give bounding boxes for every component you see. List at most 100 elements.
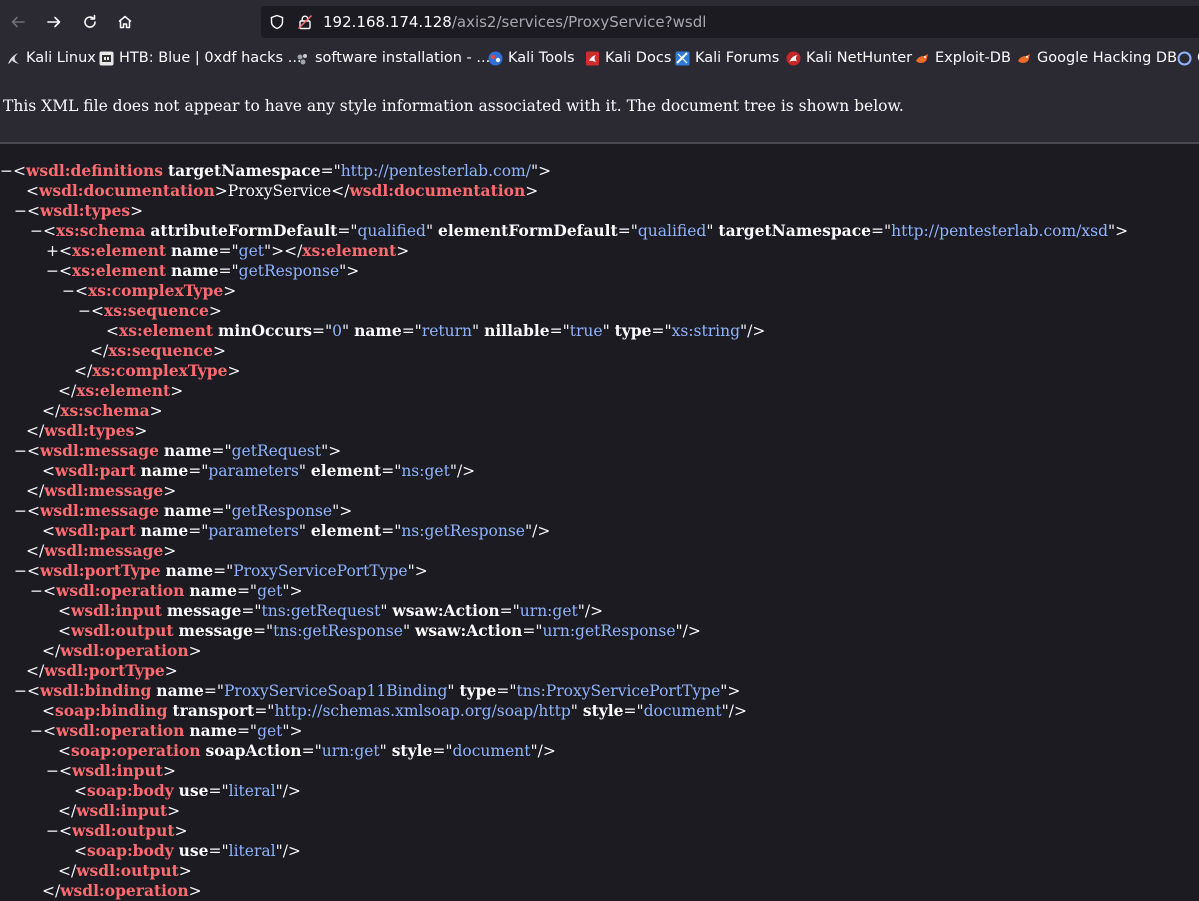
xml-punct: </ <box>331 182 350 200</box>
bookmark-htb-blue[interactable]: HTB: Blue | 0xdf hacks ... <box>99 48 302 68</box>
browser-toolbar: 192.168.174.128/axis2/services/ProxyServ… <box>0 0 1199 44</box>
xml-tag-name: xs:element <box>119 321 213 340</box>
xml-punct: =" <box>617 222 638 240</box>
xml-line: </wsdl:output> <box>0 861 192 881</box>
bookmark-kali-forums[interactable]: Kali Forums <box>675 48 779 68</box>
xml-line: +<xs:element name="get"></xs:element> <box>0 241 409 261</box>
xml-punct: < <box>58 742 71 760</box>
collapse-toggle[interactable]: − <box>30 582 43 600</box>
xml-line: <soap:binding transport="http://schemas.… <box>0 701 747 721</box>
xml-attr-name: soapAction <box>205 741 302 760</box>
xml-tag-name: wsdl:operation <box>56 721 185 740</box>
xml-punct: < <box>59 822 72 840</box>
xml-punct: </ <box>42 642 61 660</box>
xml-attr-name: minOccurs <box>217 321 313 340</box>
bookmark-software-installation[interactable]: software installation - ... <box>295 48 490 68</box>
xml-punct: =" <box>301 742 322 760</box>
xml-info-banner: This XML file does not appear to have an… <box>0 72 1199 144</box>
xml-attr-value: urn:get <box>321 742 380 760</box>
xml-tag-name: wsdl:output <box>76 861 179 880</box>
xml-line: </wsdl:message> <box>0 481 176 501</box>
collapse-toggle[interactable]: − <box>30 722 43 740</box>
xml-punct: =" <box>432 742 453 760</box>
xml-line: −<xs:complexType> <box>0 281 236 301</box>
xml-tag-name: wsdl:documentation <box>349 181 526 200</box>
xml-tag-name: wsdl:input <box>71 601 162 620</box>
collapse-toggle[interactable]: − <box>46 822 59 840</box>
collapse-toggle[interactable]: − <box>30 222 43 240</box>
xml-punct: =" <box>320 162 341 180</box>
collapse-toggle[interactable]: − <box>14 682 27 700</box>
xml-punct: =" <box>381 462 402 480</box>
xml-punct: </ <box>26 542 45 560</box>
xml-punct: < <box>59 762 72 780</box>
insecure-lock-icon[interactable] <box>297 14 313 30</box>
shield-icon[interactable] <box>269 14 285 30</box>
xml-punct: " <box>379 742 392 760</box>
bookmark-kali-tools[interactable]: Kali Tools <box>488 48 575 68</box>
xml-attr-value: tns:getRequest <box>261 602 381 620</box>
xml-attr-name: wsaw:Action <box>392 601 500 620</box>
xml-punct: > <box>174 822 188 840</box>
kali-docs-icon <box>585 51 600 66</box>
xml-punct: "></ <box>263 242 303 260</box>
url-bar[interactable]: 192.168.174.128/axis2/services/ProxyServ… <box>261 6 1199 38</box>
xml-punct: < <box>42 462 55 480</box>
xml-line: <soap:body use="literal"/> <box>0 781 301 801</box>
reload-button[interactable] <box>76 8 104 36</box>
xml-punct: =" <box>623 702 644 720</box>
xml-punct: > <box>164 662 178 680</box>
xml-tag-name: xs:complexType <box>92 361 228 380</box>
xml-line: −<wsdl:portType name="ProxyServicePortTy… <box>0 561 428 581</box>
bookmark-label: Google Hacking DB <box>1037 50 1178 66</box>
forward-button[interactable] <box>40 8 68 36</box>
xml-attr-name: message <box>178 621 253 640</box>
xml-punct: "/> <box>721 702 747 720</box>
collapse-toggle[interactable]: − <box>46 762 59 780</box>
collapse-toggle[interactable]: − <box>14 202 27 220</box>
xml-attr-value: tns:ProxyServicePortType <box>516 682 721 700</box>
bookmark-label: Exploit-DB <box>935 50 1011 66</box>
xml-punct: > <box>163 482 177 500</box>
xml-punct: " <box>298 522 311 540</box>
collapse-toggle[interactable]: − <box>78 302 91 320</box>
bookmark-kali-docs[interactable]: Kali Docs <box>585 48 671 68</box>
collapse-toggle[interactable]: − <box>0 162 13 180</box>
xml-punct: "/> <box>530 742 556 760</box>
collapse-toggle[interactable]: − <box>14 562 27 580</box>
xml-punct: =" <box>252 622 274 640</box>
xml-punct: < <box>91 302 104 320</box>
xml-punct: "/> <box>524 522 551 540</box>
bookmark-exploit-db[interactable]: Exploit-DB <box>915 48 1011 68</box>
xml-punct: </ <box>26 422 45 440</box>
xml-line: <wsdl:part name="parameters" element="ns… <box>0 461 475 481</box>
0xdf-icon <box>99 51 114 66</box>
xml-tag-name: soap:body <box>87 841 174 860</box>
url-text[interactable]: 192.168.174.128/axis2/services/ProxyServ… <box>323 12 706 32</box>
xml-punct: " <box>570 702 583 720</box>
xml-attr-value: qualified <box>637 222 707 240</box>
back-button[interactable] <box>4 8 32 36</box>
collapse-toggle[interactable]: − <box>62 282 75 300</box>
xml-punct: < <box>42 702 55 720</box>
bookmark-kali-linux[interactable]: Kali Linux <box>6 48 96 68</box>
xml-attr-name: element <box>310 461 382 480</box>
xml-tag-name: soap:binding <box>55 701 168 720</box>
xml-attr-value: getRequest <box>231 442 322 460</box>
xml-tag-name: xs:element <box>76 381 171 400</box>
collapse-toggle[interactable]: − <box>14 442 27 460</box>
xml-line: −<wsdl:binding name="ProxyServiceSoap11B… <box>0 681 740 701</box>
home-button[interactable] <box>111 8 139 36</box>
xml-attr-value: document <box>643 702 722 720</box>
xml-attr-value: get <box>238 242 264 260</box>
expand-toggle[interactable]: + <box>46 242 59 260</box>
bookmark-offsec[interactable]: O <box>1177 48 1199 68</box>
xml-attr-name: use <box>178 841 209 860</box>
bookmark-google-hacking-db[interactable]: Google Hacking DB <box>1017 48 1177 68</box>
xml-attr-value: get <box>257 722 283 740</box>
collapse-toggle[interactable]: − <box>14 502 27 520</box>
bookmark-kali-nethunter[interactable]: Kali NetHunter <box>786 48 912 68</box>
collapse-toggle[interactable]: − <box>46 262 59 280</box>
bookmarks-toolbar: Kali Linux HTB: Blue | 0xdf hacks ... so… <box>0 44 1199 72</box>
xml-attr-value: http://pentesterlab.com/xsd <box>891 222 1109 240</box>
